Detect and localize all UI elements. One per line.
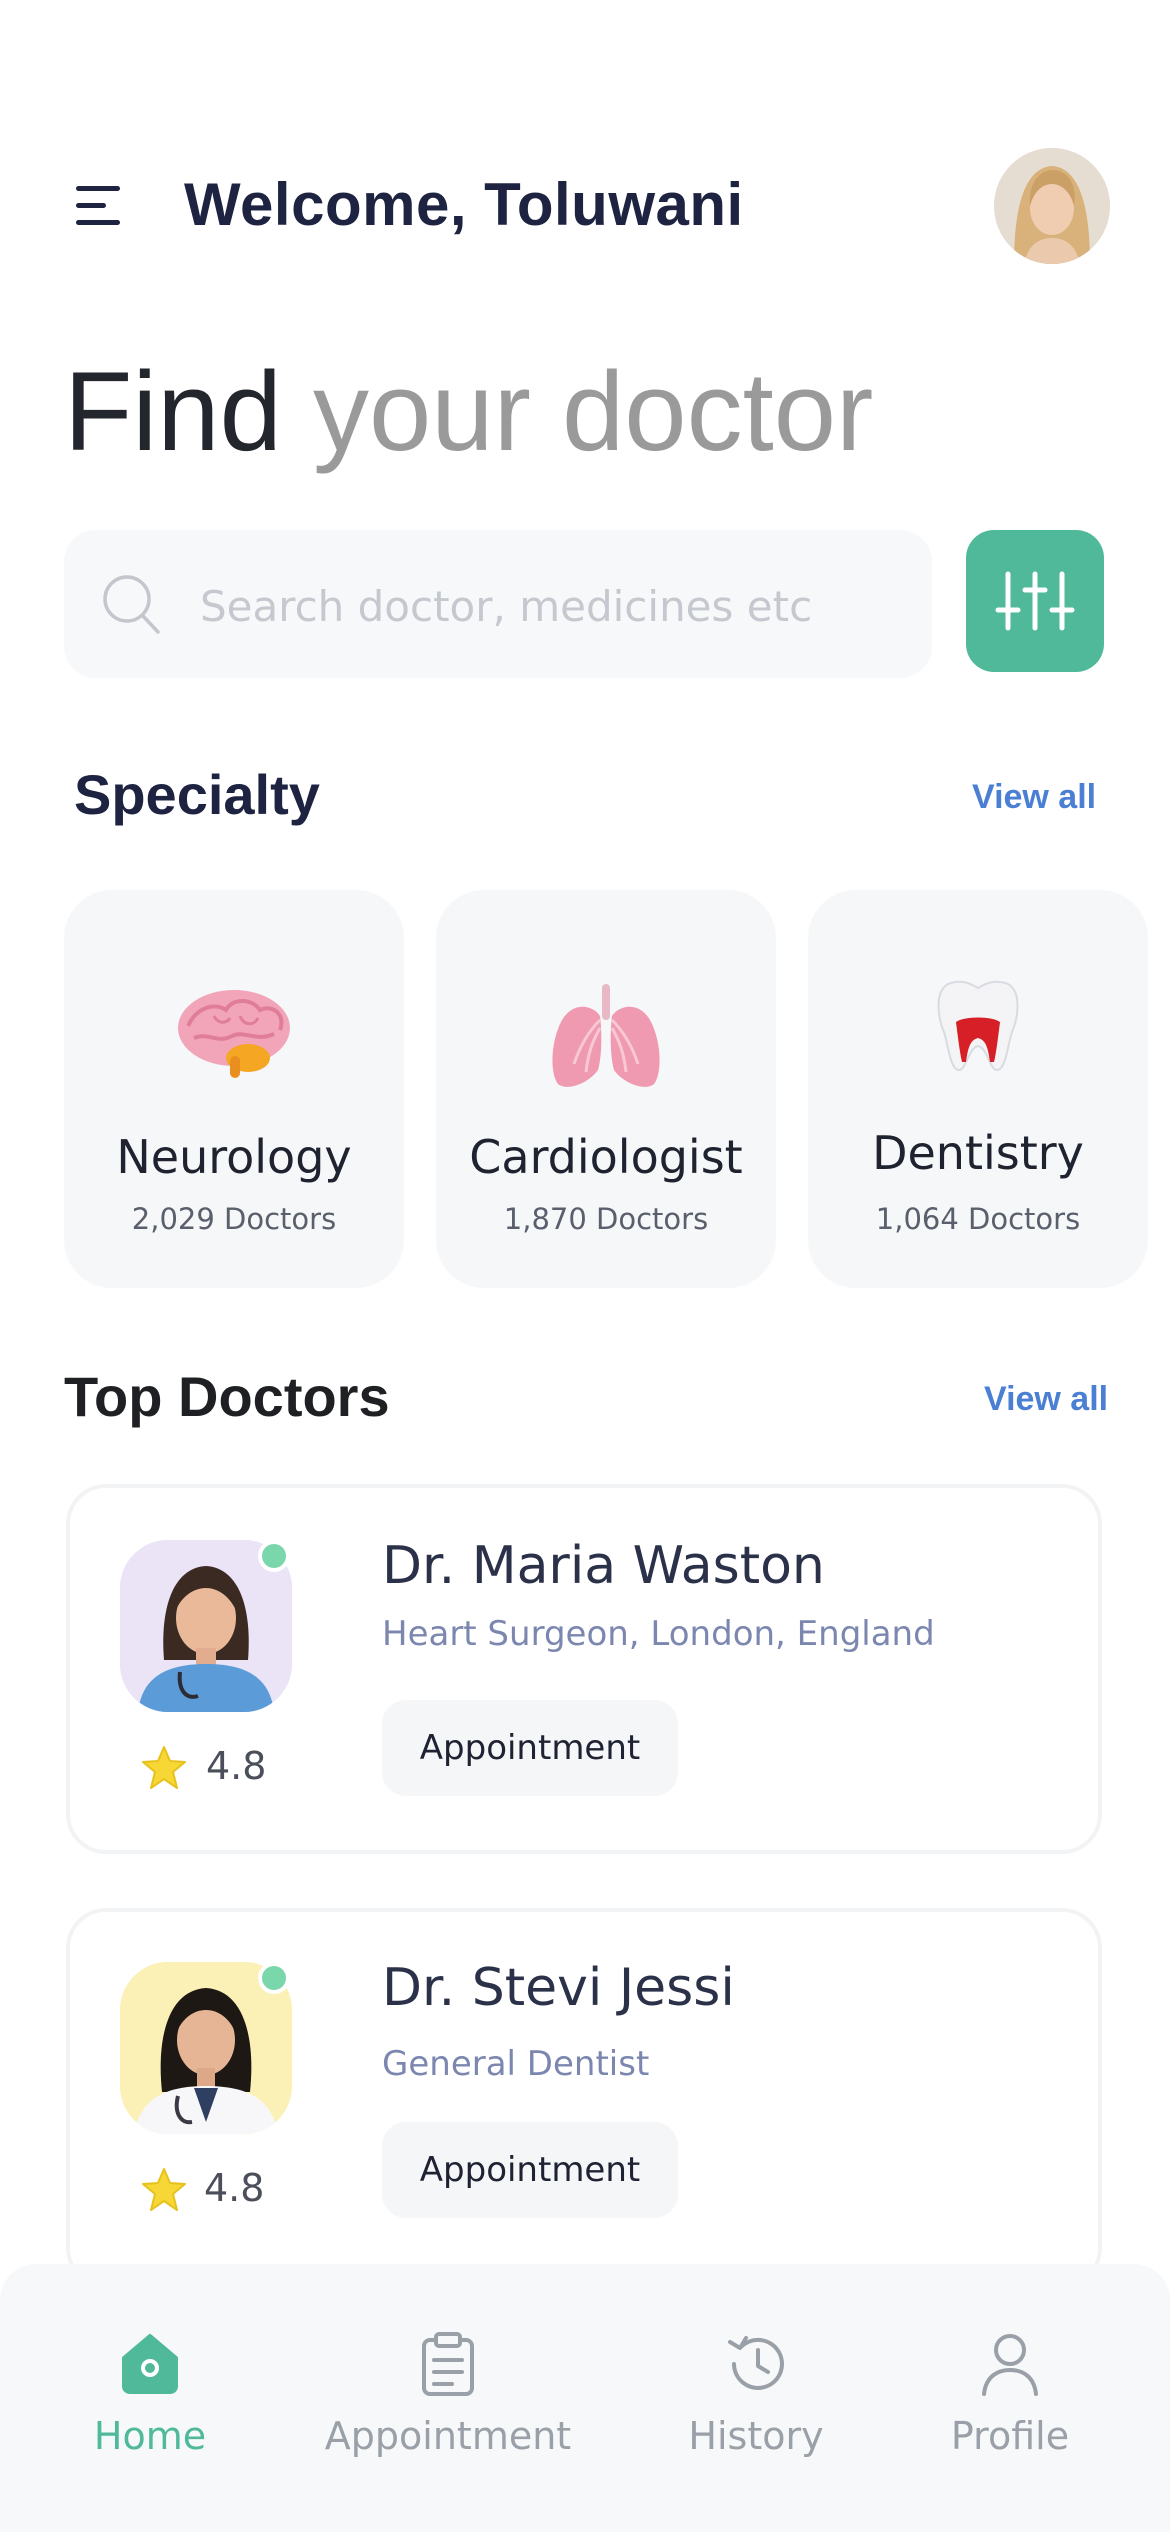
headline-your-doctor: your doctor [313,349,874,474]
lungs-icon [544,980,668,1095]
nav-label-profile: Profile [950,2414,1070,2458]
appointment-button[interactable]: Appointment [382,2122,678,2218]
doctor-rating: 4.8 [206,1744,267,1788]
home-icon [116,2330,184,2403]
specialty-count: 1,064 Doctors [875,1202,1081,1236]
specialty-count: 2,029 Doctors [131,1202,337,1236]
clipboard-icon [418,2330,478,2403]
specialty-title: Specialty [74,763,320,826]
nav-label-history: History [688,2414,824,2458]
specialty-card-neurology[interactable]: Neurology 2,029 Doctors [64,890,404,1288]
tooth-icon [934,978,1022,1079]
nav-item-appointment[interactable]: Appointment [318,2330,578,2490]
doctor-rating: 4.8 [204,2166,265,2210]
specialty-card-cardiologist[interactable]: Cardiologist 1,870 Doctors [436,890,776,1288]
search-input[interactable] [200,574,900,638]
user-avatar[interactable] [994,148,1110,264]
doctor-name: Dr. Stevi Jessi [382,1958,735,2018]
search-icon [100,572,162,636]
brain-icon [174,986,294,1087]
history-icon [722,2330,790,2403]
filter-button[interactable] [966,530,1104,672]
specialty-count: 1,870 Doctors [503,1202,709,1236]
online-status-dot [258,1540,290,1572]
nav-label-home: Home [93,2414,207,2458]
top-doctors-view-all-link[interactable]: View all [984,1380,1108,1419]
welcome-title: Welcome, Toluwani [184,171,744,238]
headline-find: Find [64,349,282,474]
doctor-specialty: Heart Surgeon, London, England [382,1614,935,1654]
star-icon [140,2166,188,2214]
page-headline: Find your doctor [64,350,873,473]
specialty-card-dentistry[interactable]: Dentistry 1,064 Doctors [808,890,1148,1288]
top-doctors-title: Top Doctors [64,1365,390,1428]
doctor-specialty: General Dentist [382,2044,650,2084]
menu-icon[interactable] [72,182,128,230]
doctor-name: Dr. Maria Waston [382,1536,825,1596]
nav-item-profile[interactable]: Profile [880,2330,1140,2490]
nav-label-appointment: Appointment [324,2414,572,2458]
specialty-name: Dentistry [872,1126,1084,1180]
star-icon [140,1744,188,1792]
specialty-view-all-link[interactable]: View all [972,778,1096,817]
specialty-name: Neurology [116,1130,352,1184]
online-status-dot [258,1962,290,1994]
specialty-name: Cardiologist [469,1130,743,1184]
filter-sliders-icon [995,571,1075,631]
appointment-button[interactable]: Appointment [382,1700,678,1796]
nav-item-home[interactable]: Home [20,2330,280,2490]
profile-icon [978,2330,1042,2403]
nav-item-history[interactable]: History [626,2330,886,2490]
